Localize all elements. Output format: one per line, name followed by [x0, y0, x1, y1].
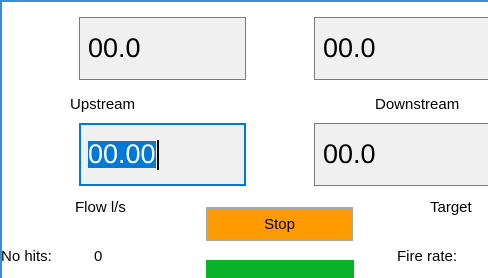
downstream-label: Downstream	[375, 96, 460, 113]
target-readout[interactable]: 00.0	[314, 123, 488, 186]
downstream-readout[interactable]: 00.0	[314, 17, 488, 80]
hits-label: No hits:	[1, 248, 52, 265]
target-value: 00.0	[323, 139, 376, 169]
fire-rate-label: Fire rate:	[397, 248, 458, 265]
flow-label: Flow l/s	[75, 199, 126, 216]
window-border-top	[0, 0, 488, 2]
upstream-value: 00.0	[88, 33, 141, 63]
stop-button-label: Stop	[264, 215, 295, 233]
hits-value: 0	[94, 248, 103, 265]
flow-input[interactable]: 00.00	[79, 123, 246, 186]
status-bar	[206, 260, 354, 278]
downstream-value: 00.0	[323, 33, 376, 63]
stop-button[interactable]: Stop	[206, 207, 353, 241]
window-border-left	[0, 0, 2, 278]
flow-value: 00.00	[88, 139, 156, 169]
target-label: Target	[430, 199, 472, 216]
upstream-readout[interactable]: 00.0	[79, 17, 246, 80]
text-caret	[156, 139, 159, 170]
upstream-label: Upstream	[70, 96, 136, 113]
